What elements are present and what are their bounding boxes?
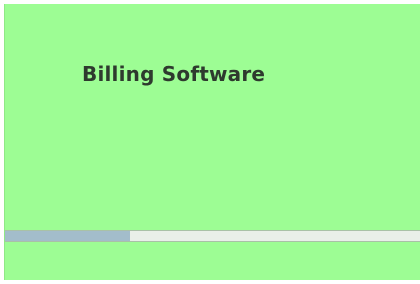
splash-screen: Billing Software [4,4,420,280]
loading-progress-fill [5,231,130,241]
loading-progress-bar [5,230,420,242]
app-title: Billing Software [82,62,266,86]
